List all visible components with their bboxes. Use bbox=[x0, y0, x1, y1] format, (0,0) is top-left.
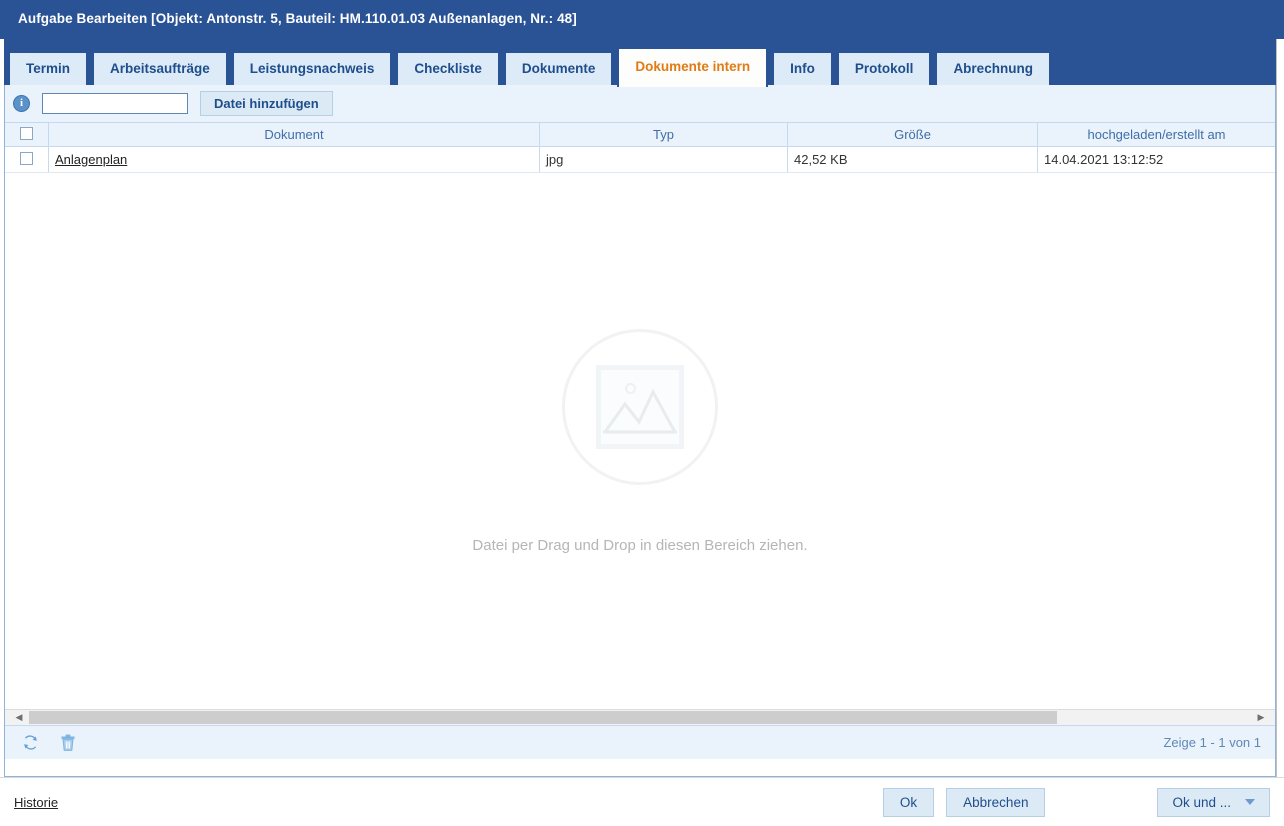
add-file-button[interactable]: Datei hinzufügen bbox=[200, 91, 333, 116]
cell-datum: 14.04.2021 13:12:52 bbox=[1044, 152, 1164, 167]
ok-button[interactable]: Ok bbox=[882, 787, 935, 817]
dialog-footer: Historie Ok Abbrechen Ok und ... bbox=[0, 777, 1284, 826]
tab-checkliste[interactable]: Checkliste bbox=[396, 51, 500, 85]
select-all-checkbox[interactable] bbox=[20, 127, 33, 140]
column-header-groesse[interactable]: Größe bbox=[788, 123, 1038, 146]
window-title: Aufgabe Bearbeiten [Objekt: Antonstr. 5,… bbox=[18, 11, 577, 26]
tab-strip: Termin Arbeitsaufträge Leistungsnachweis Ch… bbox=[0, 39, 1284, 87]
cell-groesse: 42,52 KB bbox=[788, 147, 1038, 172]
tab-leistungsnachweis[interactable]: Leistungsnachweis bbox=[231, 51, 393, 85]
window-right-border bbox=[1276, 39, 1277, 777]
ok-and-dropdown-button[interactable]: Ok und ... bbox=[1157, 787, 1270, 817]
scrollbar-thumb[interactable] bbox=[29, 711, 1057, 724]
mountains-icon bbox=[603, 388, 677, 434]
grid-statusbar: Zeige 1 - 1 von 1 bbox=[5, 725, 1275, 759]
tab-content-panel: i Datei hinzufügen Dokument Typ Größe ho… bbox=[4, 85, 1276, 777]
horizontal-scrollbar[interactable]: ◀ ▶ bbox=[5, 709, 1275, 725]
documents-table-body: Anlagenplan jpg 42,52 KB 14.04.2021 13:12:5… bbox=[5, 147, 1275, 173]
column-header-datum[interactable]: hochgeladen/erstellt am bbox=[1038, 123, 1275, 146]
document-link[interactable]: Anlagenplan bbox=[55, 152, 127, 167]
scroll-right-arrow-icon[interactable]: ▶ bbox=[1253, 710, 1269, 725]
ok-and-label: Ok und ... bbox=[1172, 794, 1231, 810]
tab-termin[interactable]: Termin bbox=[8, 51, 89, 85]
documents-table-header: Dokument Typ Größe hochgeladen/erstellt … bbox=[5, 123, 1275, 147]
tab-dokumente[interactable]: Dokumente bbox=[503, 51, 614, 85]
refresh-icon[interactable] bbox=[19, 732, 41, 754]
tab-info[interactable]: Info bbox=[772, 51, 833, 85]
column-header-dokument[interactable]: Dokument bbox=[49, 123, 540, 146]
cell-typ: jpg bbox=[540, 147, 788, 172]
upload-toolbar: i Datei hinzufügen bbox=[5, 85, 1275, 123]
tab-protokoll[interactable]: Protokoll bbox=[836, 51, 932, 85]
record-count-label: Zeige 1 - 1 von 1 bbox=[1163, 735, 1261, 750]
tab-arbeitsauftr-ge[interactable]: Arbeitsaufträge bbox=[92, 51, 228, 85]
history-link[interactable]: Historie bbox=[14, 795, 58, 810]
column-header-typ[interactable]: Typ bbox=[540, 123, 788, 146]
row-checkbox[interactable] bbox=[20, 152, 33, 165]
drop-zone-label: Datei per Drag und Drop in diesen Bereic… bbox=[472, 537, 808, 554]
task-edit-dialog: Aufgabe Bearbeiten [Objekt: Antonstr. 5,… bbox=[0, 0, 1284, 826]
file-path-input[interactable] bbox=[42, 93, 188, 114]
cell-dokument: Anlagenplan bbox=[49, 147, 540, 172]
select-all-cell[interactable] bbox=[5, 123, 49, 146]
table-row[interactable]: Anlagenplan jpg 42,52 KB 14.04.2021 13:12:5… bbox=[5, 147, 1275, 173]
image-placeholder-icon bbox=[562, 329, 718, 485]
tab-dokumente-intern[interactable]: Dokumente intern bbox=[617, 47, 769, 87]
scroll-left-arrow-icon[interactable]: ◀ bbox=[11, 710, 27, 725]
picture-frame-icon bbox=[596, 365, 684, 449]
row-select-cell[interactable] bbox=[5, 147, 49, 172]
chevron-down-icon[interactable] bbox=[1245, 799, 1255, 805]
tab-list: Termin Arbeitsaufträge Leistungsnachweis Ch… bbox=[8, 39, 1276, 87]
window-titlebar: Aufgabe Bearbeiten [Objekt: Antonstr. 5,… bbox=[0, 0, 1284, 39]
info-icon: i bbox=[13, 95, 30, 112]
trash-icon[interactable] bbox=[57, 732, 79, 754]
cancel-button[interactable]: Abbrechen bbox=[946, 787, 1046, 817]
file-drop-zone[interactable]: Datei per Drag und Drop in diesen Bereic… bbox=[5, 173, 1275, 709]
tab-abrechnung[interactable]: Abrechnung bbox=[935, 51, 1051, 85]
